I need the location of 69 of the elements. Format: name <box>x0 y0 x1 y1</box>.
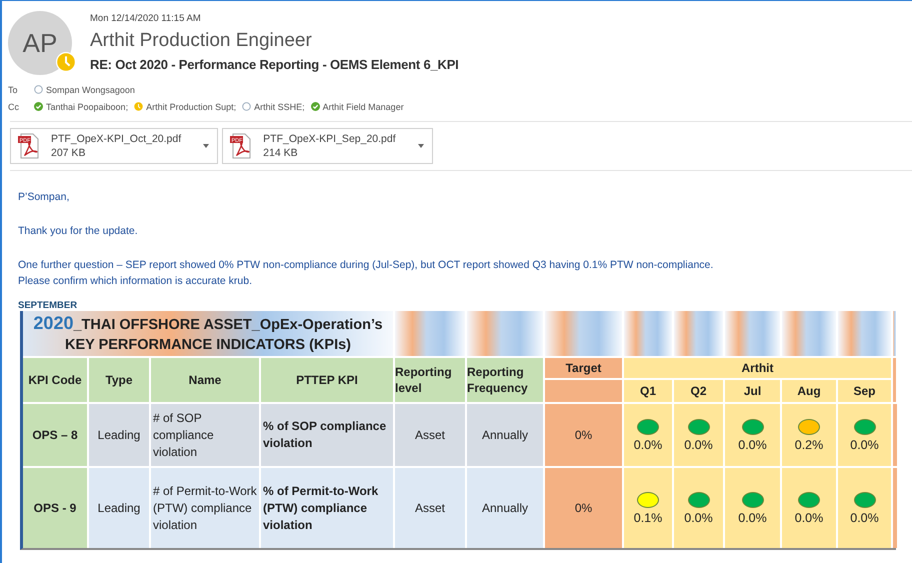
result-value: 0.0% <box>684 510 713 524</box>
avatar-initials: AP <box>22 28 58 58</box>
table-subtitle: KEY PERFORMANCE INDICATORS (KPIs) <box>65 336 351 354</box>
column-header: KPI Code <box>23 358 87 402</box>
cc-label: Cc <box>8 102 20 112</box>
banner-gradient <box>674 311 723 356</box>
table-cell: Leading <box>89 404 149 466</box>
banner-gradient <box>624 311 672 356</box>
sent-date: Mon 12/14/2020 11:15 AM <box>90 13 202 24</box>
recipient-name[interactable]: Arthit SSHE; <box>254 102 305 112</box>
column-header: PTTEP KPI <box>261 358 393 402</box>
result-value: 0.0% <box>738 438 767 452</box>
table-cell: 0% <box>545 468 622 548</box>
result-value: 0.0% <box>850 510 879 524</box>
column-header: Reporting level <box>395 358 465 402</box>
attachment-name: PTF_OpeX-KPI_Sep_20.pdf <box>263 132 396 146</box>
result-value: 0.1% <box>634 510 662 524</box>
section-label: SEPTEMBER <box>18 300 78 311</box>
caret-icon <box>203 144 210 148</box>
table-cell: Asset <box>395 468 465 548</box>
column-header: Target <box>545 358 622 378</box>
recipient-name[interactable]: Arthit Production Supt; <box>146 102 236 112</box>
banner-gradient <box>725 311 780 356</box>
sender-name: Arthit Production Engineer <box>90 30 313 52</box>
result-value: 0.0% <box>850 438 879 452</box>
attachment-size: 207 KB <box>51 146 86 160</box>
table-cell: # of Permit-to-Work (PTW) compliance violation <box>151 468 259 548</box>
column-header: Aug <box>782 380 836 402</box>
recipient-name[interactable]: Sompan Wongsagoon <box>46 84 135 94</box>
table-title: 2020_THAI OFFSHORE ASSET_OpEx-Operation’s <box>33 312 383 334</box>
recipient-name[interactable]: Arthit Field Manager <box>322 102 404 112</box>
column-header: Jul <box>725 380 780 402</box>
column-header: Q2 <box>674 380 723 402</box>
header-background <box>893 358 896 402</box>
banner-gradient <box>893 311 896 356</box>
table-cell: OPS – 8 <box>23 404 87 466</box>
column-header: Type <box>89 358 149 402</box>
result-value: 0.0% <box>738 510 767 524</box>
result-value: 0.0% <box>634 438 662 452</box>
table-cell: % of SOP compliance violation <box>261 404 393 466</box>
column-header: Name <box>151 358 259 402</box>
banner-gradient <box>838 311 891 356</box>
column-header: Sep <box>838 380 891 402</box>
result-value: 0.0% <box>684 438 713 452</box>
table-cell: Annually <box>467 468 543 548</box>
banner-gradient <box>395 311 465 356</box>
attachment-name: PTF_OpeX-KPI_Oct_20.pdf <box>51 132 182 146</box>
column-header: Arthit <box>624 358 891 378</box>
message-paragraph: One further question – SEP report showed 0% PTW non-compliance during (Jul-Sep), but OCT report showed Q3 having 0.1% PTW non-compliance. Please confirm which information is accurate krub. <box>18 258 714 289</box>
email-subject: RE: Oct 2020 - Performance Reporting - OEMS Element 6_KPI <box>90 57 459 72</box>
caret-icon <box>418 144 424 148</box>
attachment-size: 214 KB <box>263 146 299 160</box>
result-value: 0.2% <box>794 438 824 452</box>
cell-background <box>893 404 897 466</box>
table-cell: OPS - 9 <box>23 468 87 548</box>
message-paragraph: P’Sompan, <box>18 190 70 205</box>
table-cell: Annually <box>467 404 543 466</box>
column-header: Reporting Frequency <box>467 358 543 402</box>
table-cell: % of Permit-to-Work (PTW) compliance violation <box>261 468 393 548</box>
recipient-name[interactable]: Tanthai Poopaiboon; <box>46 102 128 112</box>
to-label: To <box>8 84 19 94</box>
table-cell: Asset <box>395 404 465 466</box>
message-paragraph: Thank you for the update. <box>18 224 139 239</box>
table-cell: # of SOP compliance violation <box>151 404 259 466</box>
table-cell: 0% <box>545 404 622 466</box>
column-header: Q1 <box>624 380 672 402</box>
banner-gradient <box>782 311 836 356</box>
table-cell: Leading <box>89 468 149 548</box>
result-value: 0.0% <box>794 510 824 524</box>
